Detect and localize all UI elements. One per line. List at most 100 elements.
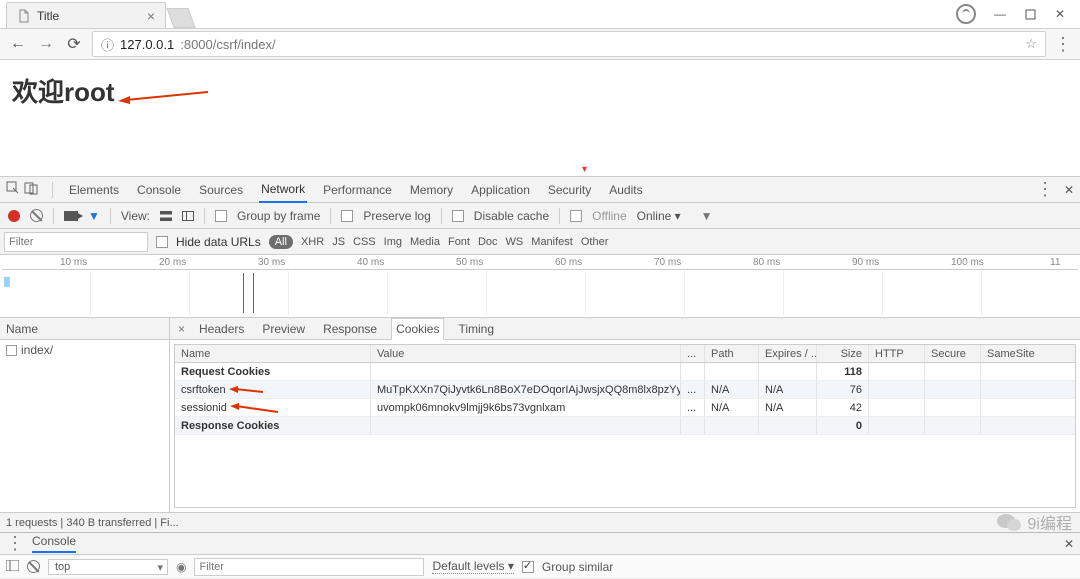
timeline-tick: 90 ms bbox=[852, 257, 879, 268]
devtools-close-icon[interactable]: ✕ bbox=[1064, 183, 1074, 197]
window-close-icon[interactable]: ✕ bbox=[1054, 8, 1066, 20]
clear-button[interactable] bbox=[30, 209, 43, 222]
cookies-table: Name Value ... Path Expires / ... Size H… bbox=[174, 344, 1076, 508]
disable-cache-checkbox[interactable] bbox=[452, 210, 464, 222]
request-row[interactable]: index/ bbox=[0, 340, 169, 360]
devtools-menu-icon[interactable]: ⋮ bbox=[1036, 179, 1054, 200]
detail-tab-cookies[interactable]: Cookies bbox=[391, 318, 444, 340]
back-button[interactable]: ← bbox=[8, 35, 28, 53]
filter-doc[interactable]: Doc bbox=[478, 236, 498, 248]
preserve-log-label: Preserve log bbox=[363, 209, 430, 223]
hide-data-urls-checkbox[interactable] bbox=[156, 236, 168, 248]
group-by-frame-checkbox[interactable] bbox=[215, 210, 227, 222]
request-checkbox[interactable] bbox=[6, 345, 17, 356]
filter-all[interactable]: All bbox=[269, 235, 293, 249]
record-button[interactable] bbox=[8, 210, 20, 222]
col-name[interactable]: Name bbox=[175, 345, 371, 362]
tab-memory[interactable]: Memory bbox=[408, 183, 455, 197]
detail-close-icon[interactable]: × bbox=[178, 322, 185, 336]
network-filter-input[interactable] bbox=[4, 232, 148, 252]
detail-tab-timing[interactable]: Timing bbox=[454, 319, 498, 339]
name-column-header[interactable]: Name bbox=[0, 318, 169, 340]
cookie-row[interactable]: csrftoken MuTpKXXn7QiJyvtk6Ln8BoX7eDOqor… bbox=[175, 381, 1075, 399]
console-clear-button[interactable] bbox=[27, 560, 40, 573]
window-minimize-icon[interactable]: — bbox=[994, 8, 1006, 20]
cookie-name: sessionid bbox=[181, 402, 227, 414]
section-response-cookies: Response Cookies bbox=[175, 417, 371, 434]
preserve-log-checkbox[interactable] bbox=[341, 210, 353, 222]
throttle-dropdown-icon[interactable]: ▼ bbox=[701, 209, 713, 223]
tab-console[interactable]: Console bbox=[135, 183, 183, 197]
watermark: 9i编程 bbox=[996, 510, 1072, 534]
col-path[interactable]: Path bbox=[705, 345, 759, 362]
tab-elements[interactable]: Elements bbox=[67, 183, 121, 197]
watermark-text: 9i编程 bbox=[1028, 510, 1072, 534]
col-domain[interactable]: ... bbox=[681, 345, 705, 362]
timeline-tick: 50 ms bbox=[456, 257, 483, 268]
offline-checkbox[interactable] bbox=[570, 210, 582, 222]
log-levels-select[interactable]: Default levels ▾ bbox=[432, 559, 513, 574]
network-timeline[interactable]: 10 ms20 ms30 ms40 ms50 ms60 ms70 ms80 ms… bbox=[0, 255, 1080, 318]
large-rows-icon[interactable] bbox=[160, 211, 172, 221]
detail-tab-response[interactable]: Response bbox=[319, 319, 381, 339]
group-by-frame-label: Group by frame bbox=[237, 209, 320, 223]
address-bar[interactable]: ⓘ 127.0.0.1:8000/csrf/index/ ☆ bbox=[92, 31, 1046, 57]
col-expires[interactable]: Expires / ... bbox=[759, 345, 817, 362]
inspect-icon[interactable] bbox=[6, 181, 20, 198]
browser-tab[interactable]: Title × bbox=[6, 2, 166, 28]
filter-css[interactable]: CSS bbox=[353, 236, 376, 248]
tab-performance[interactable]: Performance bbox=[321, 183, 394, 197]
tab-audits[interactable]: Audits bbox=[607, 183, 644, 197]
filter-ws[interactable]: WS bbox=[506, 236, 524, 248]
annotation-arrow-icon bbox=[229, 386, 263, 394]
filter-media[interactable]: Media bbox=[410, 236, 440, 248]
throttle-select[interactable]: Online bbox=[637, 209, 681, 223]
col-samesite[interactable]: SameSite bbox=[981, 345, 1075, 362]
detail-tab-preview[interactable]: Preview bbox=[258, 319, 309, 339]
detail-tab-headers[interactable]: Headers bbox=[195, 319, 248, 339]
screenshot-icon[interactable] bbox=[64, 211, 78, 221]
reload-button[interactable]: ⟳ bbox=[64, 34, 84, 54]
tab-close-icon[interactable]: × bbox=[147, 8, 155, 24]
tab-security[interactable]: Security bbox=[546, 183, 593, 197]
cookie-row[interactable]: sessionid uvompk06mnokv9lmjj9k6bs73vgnlx… bbox=[175, 399, 1075, 417]
site-info-icon[interactable]: ⓘ bbox=[101, 35, 114, 54]
drawer-tab-console[interactable]: Console bbox=[32, 534, 76, 553]
filter-img[interactable]: Img bbox=[384, 236, 402, 248]
filter-js[interactable]: JS bbox=[332, 236, 345, 248]
console-sidebar-icon[interactable] bbox=[6, 560, 19, 574]
context-select[interactable]: top bbox=[48, 559, 168, 575]
timeline-tick: 11 bbox=[1050, 257, 1060, 268]
url-host: 127.0.0.1 bbox=[120, 37, 174, 52]
filter-xhr[interactable]: XHR bbox=[301, 236, 324, 248]
window-maximize-icon[interactable] bbox=[1024, 8, 1036, 20]
group-similar-checkbox[interactable] bbox=[522, 561, 534, 573]
chrome-menu-icon[interactable]: ⋮ bbox=[1054, 34, 1072, 55]
tab-sources[interactable]: Sources bbox=[197, 183, 245, 197]
device-toggle-icon[interactable] bbox=[24, 181, 38, 198]
col-secure[interactable]: Secure bbox=[925, 345, 981, 362]
filter-other[interactable]: Other bbox=[581, 236, 609, 248]
overview-icon[interactable] bbox=[182, 211, 194, 221]
tab-application[interactable]: Application bbox=[469, 183, 532, 197]
wechat-icon bbox=[996, 511, 1022, 533]
offline-label: Offline bbox=[592, 209, 626, 223]
timeline-tick: 10 ms bbox=[60, 257, 87, 268]
profile-avatar-icon[interactable] bbox=[956, 4, 976, 24]
col-http[interactable]: HTTP bbox=[869, 345, 925, 362]
col-value[interactable]: Value bbox=[371, 345, 681, 362]
tab-network[interactable]: Network bbox=[259, 182, 307, 203]
network-status-bar: 1 requests | 340 B transferred | Fi... bbox=[0, 512, 1080, 532]
new-tab-button[interactable] bbox=[166, 8, 195, 28]
filter-toggle-icon[interactable]: ▼ bbox=[88, 209, 100, 223]
col-size[interactable]: Size bbox=[817, 345, 869, 362]
drawer-menu-icon[interactable]: ⋮ bbox=[6, 533, 24, 554]
annotation-caret-icon: ▾ bbox=[582, 164, 587, 175]
eye-icon[interactable]: ◉ bbox=[176, 560, 186, 574]
bookmark-star-icon[interactable]: ☆ bbox=[1025, 36, 1037, 52]
drawer-close-icon[interactable]: ✕ bbox=[1064, 537, 1074, 551]
console-filter-input[interactable] bbox=[194, 558, 424, 576]
filter-manifest[interactable]: Manifest bbox=[531, 236, 573, 248]
filter-font[interactable]: Font bbox=[448, 236, 470, 248]
devtools-tabbar: Elements Console Sources Network Perform… bbox=[0, 177, 1080, 203]
